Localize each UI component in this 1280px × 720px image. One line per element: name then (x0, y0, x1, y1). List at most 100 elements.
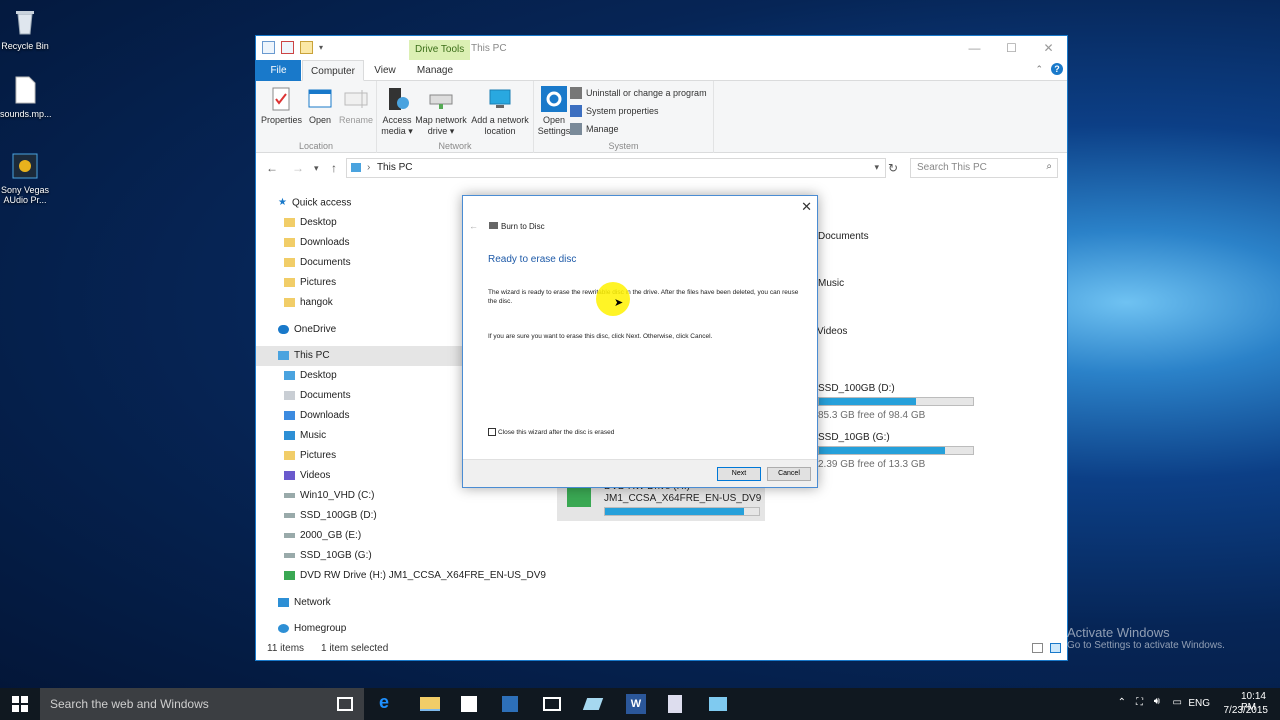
nav-network[interactable]: Network (256, 593, 556, 613)
dialog-paragraph-1: The wizard is ready to erase the rewrita… (488, 289, 799, 305)
drive-d-usage-bar (818, 397, 974, 406)
tab-computer[interactable]: Computer (302, 60, 364, 81)
remote-desktop-icon[interactable] (709, 697, 727, 711)
app-icon (12, 153, 38, 179)
search-input[interactable]: Search This PC ⌕ (910, 158, 1058, 178)
refresh-icon[interactable]: ↻ (888, 161, 898, 175)
close-wizard-checkbox[interactable] (488, 428, 496, 436)
folder-icon (284, 370, 295, 380)
close-button[interactable]: ✕ (1030, 36, 1067, 60)
add-network-location-button[interactable]: Add a network location (469, 85, 531, 137)
word-icon[interactable]: W (626, 694, 646, 714)
access-media-button[interactable]: Access media ▾ (380, 85, 414, 137)
save-app-icon[interactable] (502, 696, 518, 712)
disc-drive-icon (489, 222, 498, 229)
open-button[interactable]: Open (305, 85, 335, 126)
action-center-icon[interactable]: ▭ (1173, 697, 1182, 708)
help-icon[interactable]: ? (1051, 63, 1063, 75)
address-dropdown-icon[interactable]: ▾ (874, 162, 879, 173)
recent-locations-icon[interactable]: ▾ (314, 163, 319, 174)
tab-file[interactable]: File (256, 60, 301, 81)
document-app-icon[interactable] (668, 695, 682, 713)
tray-chevron-icon[interactable]: ⌃ (1118, 697, 1126, 708)
edge-browser-icon[interactable]: e (379, 692, 399, 712)
nav-drive-c[interactable]: Win10_VHD (C:) (256, 486, 556, 506)
up-arrow-icon[interactable]: ↑ (331, 161, 337, 175)
drive-d-name[interactable]: SSD_100GB (D:) (818, 383, 895, 394)
close-wizard-checkbox-row[interactable]: Close this wizard after the disc is eras… (488, 428, 614, 436)
details-view-icon[interactable] (1032, 643, 1043, 653)
clock-date[interactable]: 7/23/2015 (1224, 705, 1269, 716)
forward-arrow-icon[interactable]: → (292, 161, 304, 175)
dvd-usage-bar (604, 507, 760, 516)
nav-drive-e[interactable]: 2000_GB (E:) (256, 526, 556, 546)
desktop-icon-sony-vegas[interactable]: Sony Vegas AUdio Pr... (0, 150, 50, 205)
network-tray-icon[interactable]: ⛶ (1136, 697, 1143, 708)
rename-button[interactable]: Rename (338, 85, 374, 126)
windows-start-icon[interactable] (12, 696, 28, 712)
drive-g-usage-bar (818, 446, 974, 455)
desktop-icon-sounds[interactable]: sounds.mp... (0, 74, 52, 119)
folder-icon (284, 390, 295, 400)
system-properties-button[interactable]: System properties (570, 105, 659, 117)
folder-music[interactable]: Music (818, 278, 844, 289)
folder-videos[interactable]: Videos (817, 326, 847, 337)
cancel-button[interactable]: Cancel (767, 467, 811, 481)
next-button[interactable]: Next (717, 467, 761, 481)
star-icon: ★ (278, 197, 287, 208)
large-icons-view-icon[interactable] (1050, 643, 1061, 653)
pen-app-icon[interactable] (582, 698, 604, 710)
desktop-icon-recycle-bin[interactable]: Recycle Bin (0, 6, 50, 51)
folder-icon (284, 410, 295, 420)
media-app-icon[interactable] (543, 697, 561, 711)
computer-small-icon[interactable] (262, 41, 275, 54)
quick-access-toolbar: ▾ (262, 41, 323, 54)
map-network-drive-button[interactable]: Map network drive ▾ (415, 85, 467, 137)
store-icon[interactable] (461, 696, 477, 712)
nav-drive-g[interactable]: SSD_10GB (G:) (256, 546, 556, 566)
usage-fill (605, 508, 744, 515)
file-explorer-icon[interactable] (420, 697, 440, 711)
properties-button[interactable]: Properties (261, 85, 302, 126)
system-properties-icon (570, 105, 582, 117)
taskbar-search-box[interactable]: Search the web and Windows (40, 688, 364, 720)
maximize-button[interactable]: ☐ (993, 36, 1030, 60)
open-settings-button[interactable]: Open Settings (537, 85, 571, 137)
nav-dvd-drive-h[interactable]: DVD RW Drive (H:) JM1_CCSA_X64FRE_EN-US_… (256, 566, 556, 586)
language-indicator[interactable]: ENG (1188, 698, 1210, 709)
minimize-button[interactable]: — (956, 36, 993, 60)
ribbon-group-network: Access media ▾ Map network drive ▾ Add a… (377, 81, 534, 153)
window-controls: — ☐ ✕ (956, 36, 1067, 60)
manage-button[interactable]: Manage (570, 123, 619, 135)
breadcrumb-chevron-icon: › (367, 162, 371, 173)
drive-icon (284, 492, 295, 498)
dialog-title: Burn to Disc (501, 222, 545, 231)
nav-drive-d[interactable]: SSD_100GB (D:) (256, 506, 556, 526)
item-count: 11 items (267, 643, 305, 654)
task-view-icon[interactable] (337, 697, 353, 711)
nav-homegroup[interactable]: Homegroup (256, 619, 556, 639)
customize-toolbar-arrow-icon[interactable]: ▾ (319, 43, 323, 52)
back-arrow-icon[interactable]: ← (266, 161, 278, 175)
mouse-pointer-icon: ➤ (614, 297, 624, 309)
new-folder-small-icon[interactable] (300, 41, 313, 54)
dvd-icon (284, 570, 295, 580)
ribbon-group-location: Properties Open Rename Location (256, 81, 377, 153)
homegroup-icon (278, 623, 289, 633)
network-location-icon (489, 89, 511, 108)
collapse-ribbon-icon[interactable]: ⌃ (1035, 64, 1043, 75)
dialog-close-icon[interactable]: ✕ (801, 199, 812, 215)
ribbon-tabs: File Computer View Manage ⌃ ? (256, 60, 1067, 81)
tab-manage[interactable]: Manage (410, 60, 460, 81)
drive-g-name[interactable]: SSD_10GB (G:) (818, 432, 890, 443)
volume-icon[interactable]: 🔊︎ (1154, 696, 1160, 707)
dialog-back-arrow-icon[interactable]: ← (469, 221, 478, 231)
folder-documents[interactable]: Documents (818, 231, 869, 242)
uninstall-program-button[interactable]: Uninstall or change a program (570, 87, 707, 99)
taskbar: Search the web and Windows e W ⌃ ⛶ 🔊︎ ▭ … (0, 688, 1280, 720)
tab-view[interactable]: View (368, 60, 402, 81)
address-field[interactable]: › This PC ▾ (346, 158, 886, 178)
window-title: This PC (471, 43, 507, 54)
properties-small-icon[interactable] (281, 41, 294, 54)
address-bar-row: ← → ▾ ↑ › This PC ▾ ↻ Search This PC ⌕ (256, 153, 1067, 185)
